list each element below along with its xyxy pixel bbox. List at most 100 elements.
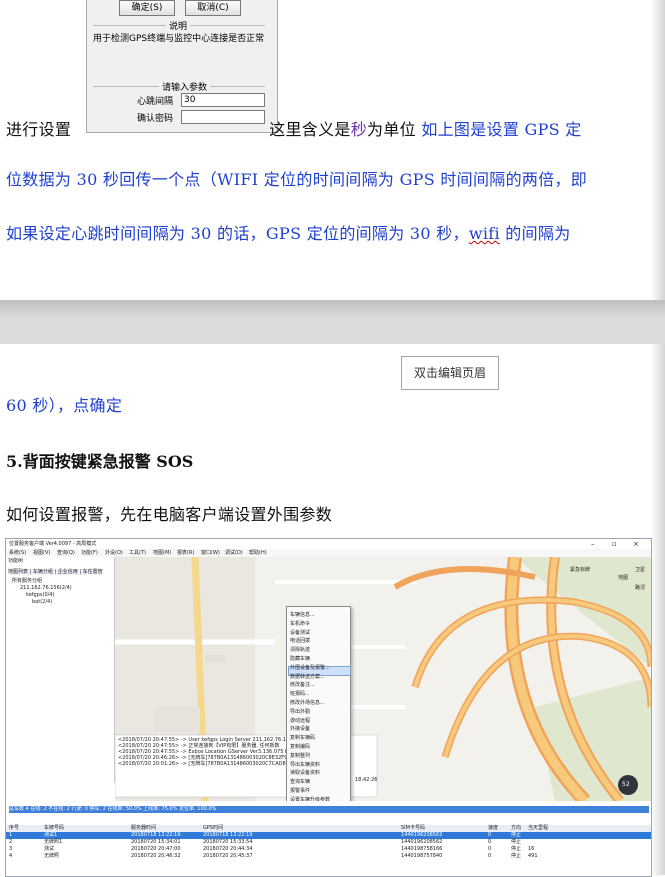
text-run: 这里含义是: [269, 120, 351, 139]
text-run: 为单位: [367, 120, 422, 139]
app-menu-item[interactable]: 系统(S): [9, 550, 26, 556]
page-gap: [0, 300, 665, 344]
grid-cell: 1440196208562: [401, 839, 443, 845]
context-menu-item[interactable]: 车辆信息...: [290, 611, 315, 618]
context-menu-item[interactable]: 修改外场信息...: [290, 699, 325, 706]
app-menu-item[interactable]: 功能(F): [81, 550, 98, 556]
table-row[interactable]: 2 无牌照1 20180720 15:34:01 20180720 15:33:54 1…: [6, 839, 651, 846]
status-bar: 总车数 4 在线: 2 不在线: 2 行驶: 0 停车: 2 在线率: 50.0…: [9, 806, 649, 813]
context-menu-item[interactable]: 设备测试: [290, 629, 310, 636]
tree-node[interactable]: kefgps(0/4): [26, 592, 54, 598]
context-menu-item[interactable]: 数据转送方案...: [290, 673, 325, 680]
grid-cell: 0: [488, 832, 492, 838]
grid-cell: 3: [9, 846, 13, 852]
tree-node[interactable]: 所有服务分组: [12, 578, 42, 584]
heartbeat-dialog: 确定(S) 取消(C) 说明 用于检测GPS终端与监控中心连接是否正常 请输入参…: [86, 0, 278, 133]
panel-title: 功能树: [8, 558, 24, 564]
grid-cell: 无牌照: [44, 853, 60, 859]
text-run: 如上图是设置 GPS 定: [421, 120, 582, 139]
context-menu-item[interactable]: 电话回拨: [290, 637, 310, 644]
text-run: 进行设置: [6, 120, 72, 139]
context-menu: 车辆信息... 车机命令设备测试 电话回拨清除轨迹隐藏车辆外围设备及报警... 数据转…: [286, 606, 351, 818]
app-menu-bar: 系统(S) 视图(V) 查询(Q) 功能(F) 外设(O) 工具(T) 地图(M) 报表(R)…: [6, 549, 651, 557]
context-menu-item[interactable]: 读取设备资料: [290, 769, 320, 776]
page-shadow: [651, 0, 665, 322]
context-menu-item[interactable]: 复制车辆码: [290, 734, 315, 741]
text-run: 秒: [350, 120, 368, 139]
map-label[interactable]: 卫星: [635, 567, 645, 573]
grid-cell: 1440198758166: [401, 846, 443, 852]
grid-cell: 2: [9, 839, 13, 845]
grid-cell: 停止: [511, 832, 522, 838]
app-menu-item[interactable]: 查询(Q): [57, 550, 75, 556]
app-menu-item[interactable]: 窗口(W): [201, 550, 220, 556]
grid-cell: 测试1: [44, 832, 58, 838]
app-menu-item[interactable]: 工具(T): [129, 550, 146, 556]
input-caption: 请输入参数: [159, 80, 211, 93]
context-menu-item[interactable]: 修改备注...: [290, 681, 315, 688]
app-menu-item[interactable]: 报表(R): [177, 550, 194, 556]
app-menu-item[interactable]: 地图(M): [153, 550, 171, 556]
context-menu-item[interactable]: 导出车辆资料: [290, 761, 320, 768]
edit-header-button[interactable]: 双击编辑页眉: [401, 356, 499, 390]
context-menu-item[interactable]: 外围设备及报警...: [290, 664, 330, 671]
tree-node[interactable]: 211.162.76.156(2/4): [20, 585, 72, 591]
time-readout: 18:42:26: [355, 777, 378, 783]
context-menu-item[interactable]: 清除轨迹: [290, 646, 310, 653]
heartbeat-input[interactable]: 30: [181, 93, 265, 107]
context-menu-item[interactable]: 查询车辆: [290, 778, 310, 785]
maximize-icon[interactable]: ▫: [612, 541, 617, 548]
context-menu-item[interactable]: 复制编码: [290, 743, 310, 750]
grid-cell: 停止: [511, 853, 522, 859]
grid-cell: 测试: [44, 846, 55, 852]
paragraph-line: 进行设置 这里含义是秒为单位 如上图是设置 GPS 定: [6, 116, 582, 140]
grid-header-cell: 方向: [511, 825, 522, 831]
page-shadow: [651, 344, 665, 875]
grid-cell: 491: [528, 853, 538, 859]
grid-header-cell: SIM卡号码: [401, 825, 425, 831]
paragraph-line: 位数据为 30 秒回传一个点（WIFI 定位的时间间隔为 GPS 时间间隔的两倍…: [6, 170, 588, 189]
app-title-bar: 位置服务客户端 Ver4.0097 - 高局模式 – ▫ ×: [6, 539, 651, 549]
paragraph-line: 如果设定心跳时间间隔为 30 的话，GPS 定位的间隔为 30 秒，wifi 的…: [6, 220, 571, 244]
table-row[interactable]: 4 无牌照 20180720 20:46:32 20180720 20:45:37 14…: [6, 853, 651, 860]
map-label[interactable]: 路况: [635, 585, 645, 591]
left-tabs[interactable]: 地图列表 | 车辆分组 | 企业信用 | 车住置管: [8, 569, 103, 575]
context-menu-item[interactable]: 车机命令: [290, 620, 310, 627]
table-row[interactable]: 3 测试 20180720 20:47:00 20180720 20:44:34 144…: [6, 846, 651, 853]
close-icon[interactable]: ×: [633, 541, 639, 548]
context-menu-item[interactable]: 报警事件: [290, 787, 310, 794]
text-run: wifi: [468, 224, 500, 243]
app-title: 位置服务客户端 Ver4.0097 - 高局模式: [9, 541, 97, 547]
vehicle-tree-panel: 功能树 地图列表 | 车辆分组 | 企业信用 | 车住置管 所有服务分组 211…: [6, 557, 115, 783]
table-row[interactable]: 1 测试1 20180718 13:22:19 20180718 13:22:19 14…: [6, 832, 651, 839]
app-menu-item[interactable]: 调试(D): [225, 550, 243, 556]
context-menu-item[interactable]: 游动远程: [290, 717, 310, 724]
tree-node[interactable]: bat(2/4): [32, 599, 52, 605]
grid-cell: 20180718 13:22:19: [131, 832, 181, 838]
map-view[interactable]: 紧急标牌 卫星 路况 地图 <2018/07/20 20:47:55> -> U…: [115, 557, 651, 801]
section-heading: 5.背面按键紧急报警 SOS: [6, 452, 194, 471]
map-label[interactable]: 紧急标牌: [570, 567, 590, 573]
grid-header-cell: 服务器时间: [131, 825, 157, 831]
minimize-icon[interactable]: –: [591, 541, 595, 548]
text-run: 如果设定心跳时间间隔为 30 的话，GPS 定位的间隔为 30 秒，: [6, 224, 469, 243]
context-menu-item[interactable]: 导出外勤: [290, 708, 310, 715]
app-menu-item[interactable]: 帮助(H): [249, 550, 267, 556]
context-menu-item[interactable]: 隐藏车辆: [290, 655, 310, 662]
cancel-button[interactable]: 取消(C): [185, 0, 241, 16]
map-label[interactable]: 地图: [618, 575, 628, 581]
app-menu-item[interactable]: 视图(V): [33, 550, 50, 556]
grid-header-cell: 当天里程: [528, 825, 549, 831]
client-app-screenshot: 位置服务客户端 Ver4.0097 - 高局模式 – ▫ × 系统(S) 视图(V…: [5, 538, 652, 877]
grid-header-cell: 车牌号码: [44, 825, 65, 831]
text-run: 的间隔为: [499, 224, 571, 243]
grid-cell: 20180720 15:34:01: [131, 839, 181, 845]
context-menu-item[interactable]: 复制整列: [290, 752, 310, 759]
grid-cell: 20180720 15:33:54: [203, 839, 253, 845]
context-menu-item[interactable]: 外接设备: [290, 725, 310, 732]
ok-button[interactable]: 确定(S): [119, 0, 175, 16]
context-menu-item[interactable]: 班报码...: [290, 690, 310, 697]
grid-header-cell: 速度: [488, 825, 499, 831]
app-menu-item[interactable]: 外设(O): [105, 550, 123, 556]
grid-header-row: 序号 车牌号码 服务器时间 GPS时间 SIM卡号码 速度 方向 当天里程: [6, 825, 651, 832]
